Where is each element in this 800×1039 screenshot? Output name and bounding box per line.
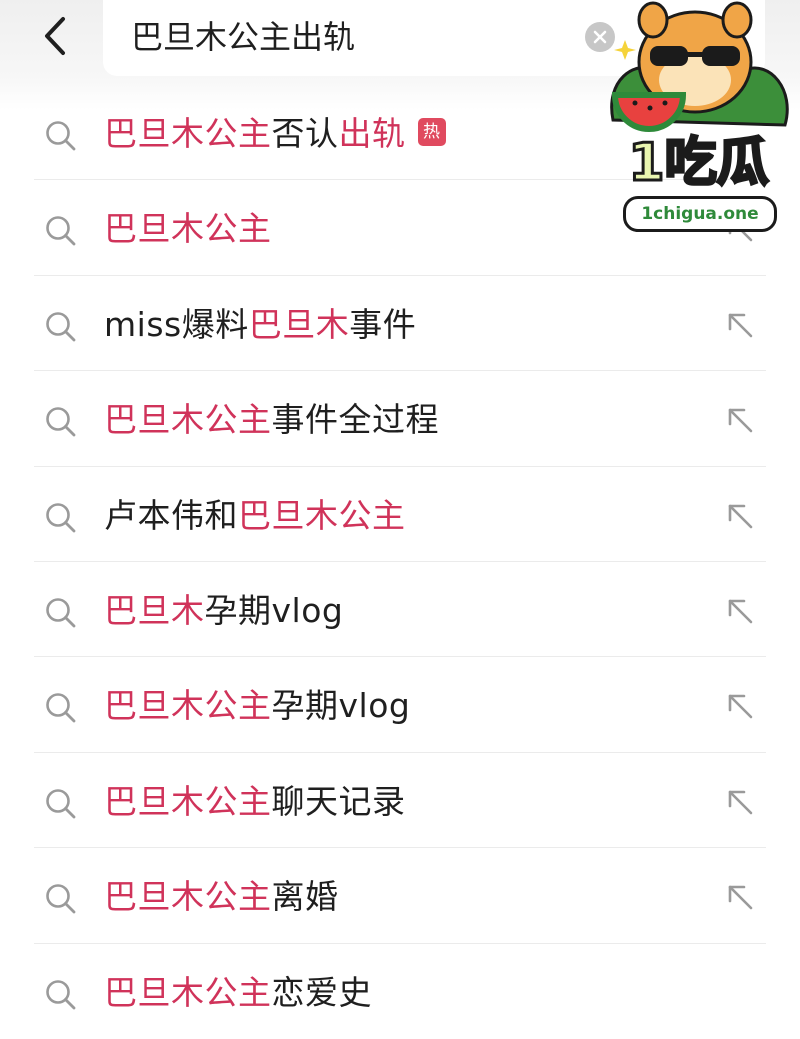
hamster-mascot-icon — [610, 1, 789, 132]
suggestion-segment: 聊天记录 — [271, 781, 406, 821]
suggestion-segment: 孕期vlog — [204, 590, 344, 630]
arrow-up-left-icon[interactable] — [724, 500, 756, 532]
chevron-left-icon — [45, 17, 65, 55]
search-icon — [46, 884, 76, 914]
back-button[interactable] — [34, 12, 78, 60]
search-icon — [46, 598, 76, 628]
suggestion-row[interactable]: 巴旦木公主孕期vlog — [34, 657, 766, 753]
watermark-logo: 1吃瓜 1chigua.one — [595, 0, 800, 240]
search-icon — [46, 121, 76, 151]
highlighted-keyword: 出轨 — [338, 114, 406, 153]
suggestion-text: 巴旦木公主 — [104, 206, 272, 252]
suggestion-segment: 恋爱史 — [271, 972, 372, 1012]
highlighted-keyword: 巴旦木公主 — [104, 877, 272, 917]
arrow-up-left-icon[interactable] — [724, 595, 756, 627]
search-icon — [46, 216, 76, 246]
suggestion-segment: miss爆料 — [104, 304, 249, 344]
suggestion-segment: 卢本伟和 — [104, 495, 238, 535]
highlighted-keyword: 巴旦木公主 — [104, 209, 272, 249]
arrow-up-left-icon[interactable] — [724, 690, 756, 722]
suggestion-row[interactable]: 巴旦木公主离婚 — [34, 848, 766, 944]
suggestion-text: 巴旦木公主恋爱史 — [104, 970, 372, 1016]
search-icon — [46, 693, 76, 723]
suggestion-row[interactable]: 巴旦木公主恋爱史 — [34, 944, 766, 1039]
suggestion-row[interactable]: 巴旦木公主聊天记录 — [34, 753, 766, 849]
highlighted-keyword: 巴旦木公主 — [238, 495, 406, 535]
suggestion-text: 巴旦木公主聊天记录 — [104, 779, 406, 825]
suggestion-text: 巴旦木公主孕期vlog — [104, 683, 410, 729]
search-icon — [46, 502, 76, 532]
highlighted-keyword: 巴旦木 — [104, 590, 205, 630]
arrow-up-left-icon[interactable] — [724, 786, 756, 818]
arrow-up-left-icon[interactable] — [724, 404, 756, 436]
arrow-up-left-icon[interactable] — [724, 309, 756, 341]
suggestion-row[interactable]: 卢本伟和巴旦木公主 — [34, 467, 766, 562]
suggestion-segment: 事件全过程 — [271, 400, 439, 440]
search-icon — [46, 788, 76, 819]
highlighted-keyword: 巴旦木公主 — [104, 114, 272, 153]
suggestion-text: 巴旦木公主离婚 — [104, 874, 339, 920]
suggestion-row[interactable]: 巴旦木公主事件全过程 — [34, 371, 766, 467]
highlighted-keyword: 巴旦木 — [248, 304, 350, 344]
arrow-up-left-icon[interactable] — [724, 881, 756, 913]
hot-badge: 热 — [417, 117, 446, 146]
highlighted-keyword: 巴旦木公主 — [104, 686, 272, 726]
suggestion-segment: 否认 — [271, 114, 339, 153]
suggestion-row[interactable]: miss爆料巴旦木事件 — [34, 276, 766, 372]
suggestion-segment: 事件 — [349, 304, 417, 344]
watermark-url: 1chigua.one — [623, 196, 777, 232]
suggestion-text: 巴旦木公主否认出轨热 — [104, 111, 446, 157]
highlighted-keyword: 巴旦木公主 — [104, 400, 272, 440]
suggestion-segment: 离婚 — [271, 877, 339, 917]
suggestion-segment: 孕期vlog — [271, 686, 411, 726]
suggestion-row[interactable]: 巴旦木孕期vlog — [34, 562, 766, 658]
suggestion-text: 巴旦木公主事件全过程 — [104, 397, 439, 443]
search-icon — [46, 979, 76, 1009]
suggestion-text: 巴旦木孕期vlog — [104, 588, 343, 634]
watermark-brand: 1吃瓜 — [627, 133, 770, 193]
search-icon — [46, 311, 76, 342]
search-icon — [46, 407, 76, 437]
highlighted-keyword: 巴旦木公主 — [104, 781, 272, 821]
highlighted-keyword: 巴旦木公主 — [104, 972, 272, 1012]
suggestion-text: 卢本伟和巴旦木公主 — [104, 493, 406, 539]
search-input[interactable] — [131, 12, 571, 58]
suggestion-text: miss爆料巴旦木事件 — [104, 302, 416, 348]
